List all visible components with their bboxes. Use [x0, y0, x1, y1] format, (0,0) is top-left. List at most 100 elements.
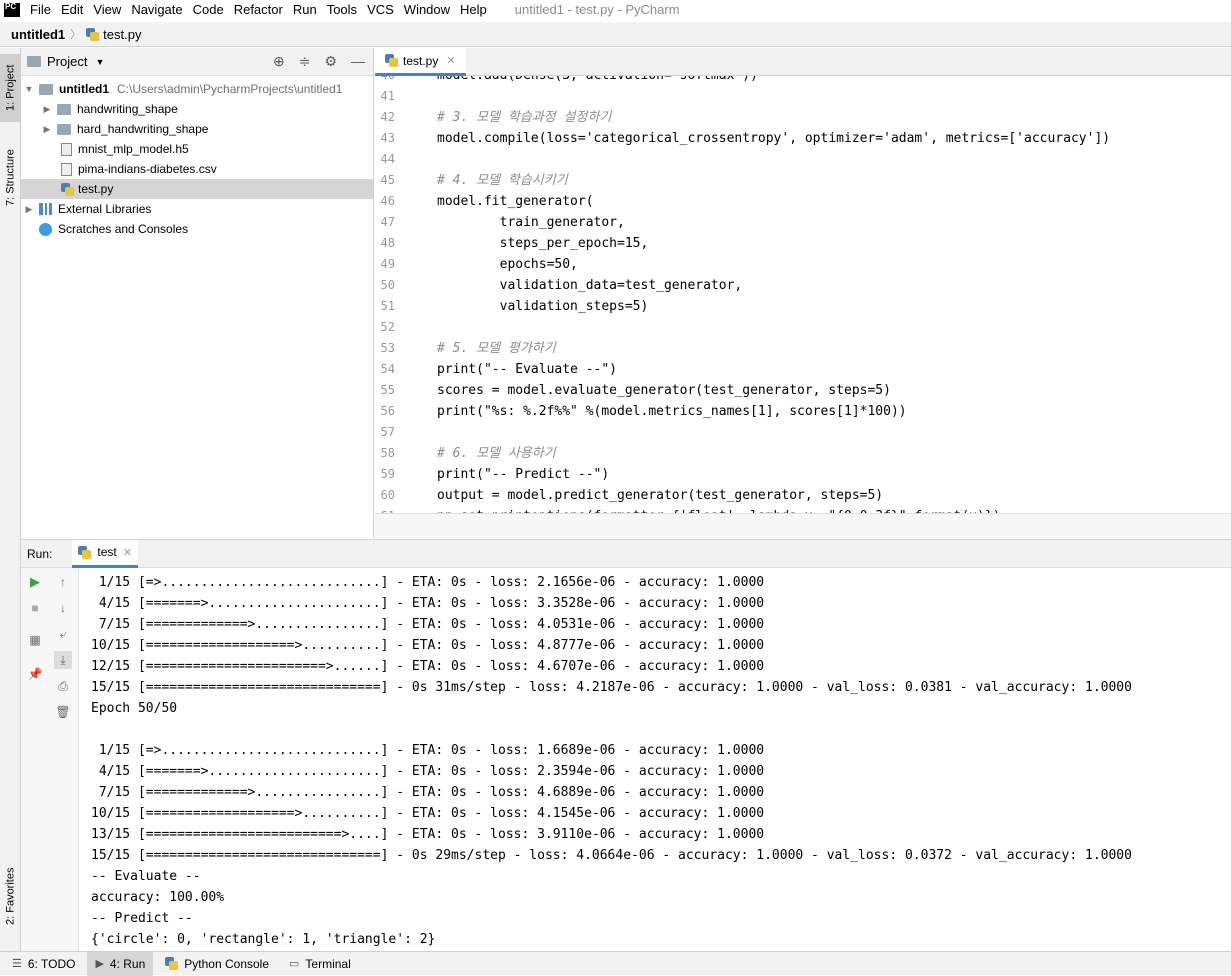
soft-wrap-icon[interactable]: ⤶: [54, 625, 72, 643]
close-icon[interactable]: ✕: [123, 546, 132, 559]
line-number: 43: [380, 131, 395, 145]
code-line[interactable]: 58 # 6. 모델 사용하기: [375, 443, 556, 464]
console-line: 1/15 [=>............................] - …: [91, 743, 765, 758]
menu-file[interactable]: File: [30, 2, 51, 17]
code-line[interactable]: 54 print("-- Evaluate --"): [375, 359, 617, 380]
print-icon[interactable]: ⎙: [54, 677, 72, 695]
menu-refactor[interactable]: Refactor: [234, 2, 283, 17]
rerun-icon[interactable]: ▶: [26, 573, 44, 591]
code-line[interactable]: 43 model.compile(loss='categorical_crosse…: [375, 128, 1111, 149]
console-line: 13/15 [=========================>....] -…: [91, 827, 765, 842]
console-line: accuracy: 100.00%: [91, 890, 225, 905]
code-line[interactable]: 46 model.fit_generator(: [375, 191, 594, 212]
menu-edit[interactable]: Edit: [61, 2, 83, 17]
hide-icon[interactable]: —: [351, 53, 365, 70]
menu-window[interactable]: Window: [404, 2, 450, 17]
tool-button-todo[interactable]: ☰ 6: TODO: [4, 952, 83, 976]
line-number: 42: [380, 110, 395, 124]
breadcrumb-project[interactable]: untitled1: [11, 27, 65, 42]
pin-icon[interactable]: 📌: [26, 665, 44, 683]
code-text: steps_per_epoch=15,: [437, 236, 649, 251]
project-view-selector[interactable]: Project ▼: [27, 54, 104, 69]
code-line[interactable]: 53 # 5. 모델 평가하기: [375, 338, 556, 359]
menu-navigate[interactable]: Navigate: [131, 2, 182, 17]
gear-icon[interactable]: ⚙: [324, 53, 337, 70]
pycharm-logo-icon: PC: [4, 2, 20, 17]
code-line[interactable]: 44: [375, 149, 423, 170]
up-arrow-icon[interactable]: ↑: [54, 573, 72, 591]
bottom-tool-bar: ☰ 6: TODO ▶ 4: Run Python Console ▭ Term…: [0, 951, 1231, 976]
line-number: 48: [380, 236, 395, 250]
menu-help[interactable]: Help: [460, 2, 487, 17]
tool-button-run[interactable]: ▶ 4: Run: [87, 951, 154, 976]
folder-icon: [27, 56, 41, 67]
python-file-icon: [78, 545, 92, 559]
menu-run[interactable]: Run: [293, 2, 317, 17]
menu-view[interactable]: View: [93, 2, 121, 17]
editor-tab-label: test.py: [403, 53, 439, 68]
console-line: 10/15 [===================>..........] -…: [91, 806, 765, 821]
console-output[interactable]: 1/15 [=>............................] - …: [91, 572, 1231, 950]
code-line[interactable]: 52: [375, 317, 423, 338]
layout-icon[interactable]: ▦: [26, 631, 44, 649]
trash-icon[interactable]: 🗑: [54, 703, 72, 721]
code-line[interactable]: 55 scores = model.evaluate_generator(test…: [375, 380, 891, 401]
terminal-icon: ▭: [289, 958, 300, 970]
tree-item-scratches[interactable]: Scratches and Consoles: [21, 219, 373, 239]
chevron-right-icon[interactable]: ▶: [41, 104, 53, 115]
tool-tab-project[interactable]: 1: Project: [0, 54, 21, 122]
tool-button-label: Terminal: [305, 956, 351, 971]
code-line[interactable]: 50 validation_data=test_generator,: [375, 275, 743, 296]
tree-item-folder[interactable]: ▶ handwriting_shape: [21, 99, 373, 119]
code-line[interactable]: 40 model.add(Dense(3, activation='softmax…: [375, 76, 758, 86]
code-line[interactable]: 51 validation_steps=5): [375, 296, 649, 317]
console-line: 15/15 [==============================] -…: [91, 848, 1132, 863]
tool-button-python-console[interactable]: Python Console: [157, 952, 277, 976]
close-icon[interactable]: ✕: [446, 54, 455, 67]
tree-item-label: mnist_mlp_model.h5: [78, 142, 189, 156]
chevron-right-icon[interactable]: ▶: [23, 204, 35, 215]
tree-item-external-libraries[interactable]: ▶ External Libraries: [21, 199, 373, 219]
chevron-down-icon[interactable]: ▼: [23, 84, 35, 94]
code-line[interactable]: 59 print("-- Predict --"): [375, 464, 610, 485]
code-line[interactable]: 42 # 3. 모델 학습과정 설정하기: [375, 107, 612, 128]
code-line[interactable]: 56 print("%s: %.2f%%" %(model.metrics_nam…: [375, 401, 907, 422]
folder-icon: [39, 83, 53, 95]
code-line[interactable]: 41: [375, 86, 423, 107]
line-number: 57: [380, 425, 395, 439]
tool-tab-structure[interactable]: 7: Structure: [0, 138, 21, 218]
collapse-all-icon[interactable]: ≑: [299, 53, 311, 70]
down-arrow-icon[interactable]: ↓: [54, 599, 72, 617]
tool-tab-favorites[interactable]: 2: Favorites: [0, 856, 21, 936]
menu-vcs[interactable]: VCS: [367, 2, 394, 17]
code-line[interactable]: 45 # 4. 모델 학습시키기: [375, 170, 568, 191]
code-area[interactable]: 40 model.add(Dense(3, activation='softmax…: [375, 76, 1231, 513]
code-line[interactable]: 60 output = model.predict_generator(test_…: [375, 485, 884, 506]
left-tool-strip: 1: Project 7: Structure 2: Favorites: [0, 48, 21, 951]
console-line: 12/15 [=======================>......] -…: [91, 659, 765, 674]
code-line[interactable]: 61 np.set_printoptions(formatter={'float'…: [375, 506, 1001, 513]
tree-item-file[interactable]: mnist_mlp_model.h5: [21, 139, 373, 159]
tree-item-file-selected[interactable]: test.py: [21, 179, 373, 199]
stop-icon[interactable]: ■: [26, 599, 44, 617]
menu-tools[interactable]: Tools: [327, 2, 357, 17]
breadcrumb-file[interactable]: test.py: [103, 27, 141, 42]
code-line[interactable]: 48 steps_per_epoch=15,: [375, 233, 649, 254]
chevron-right-icon[interactable]: ▶: [41, 124, 53, 135]
code-text: print("-- Evaluate --"): [437, 362, 618, 377]
tree-item-root[interactable]: ▼ untitled1 C:\Users\admin\PycharmProjec…: [21, 79, 373, 99]
editor-tab-test-py[interactable]: test.py ✕: [375, 48, 466, 76]
code-text: # 5. 모델 평가하기: [437, 341, 556, 356]
code-text: np.set_printoptions(formatter={'float': …: [437, 506, 1001, 513]
menu-code[interactable]: Code: [193, 2, 224, 17]
code-line[interactable]: 57: [375, 422, 423, 443]
code-line[interactable]: 49 epochs=50,: [375, 254, 578, 275]
tree-item-file[interactable]: pima-indians-diabetes.csv: [21, 159, 373, 179]
tool-button-terminal[interactable]: ▭ Terminal: [281, 952, 359, 976]
tree-item-folder[interactable]: ▶ hard_handwriting_shape: [21, 119, 373, 139]
code-text: # 4. 모델 학습시키기: [437, 173, 568, 188]
locate-icon[interactable]: ⊕: [273, 53, 285, 70]
run-tab-test[interactable]: test ✕: [72, 539, 138, 568]
code-line[interactable]: 47 train_generator,: [375, 212, 625, 233]
scroll-to-end-icon[interactable]: ⤓: [54, 651, 72, 669]
